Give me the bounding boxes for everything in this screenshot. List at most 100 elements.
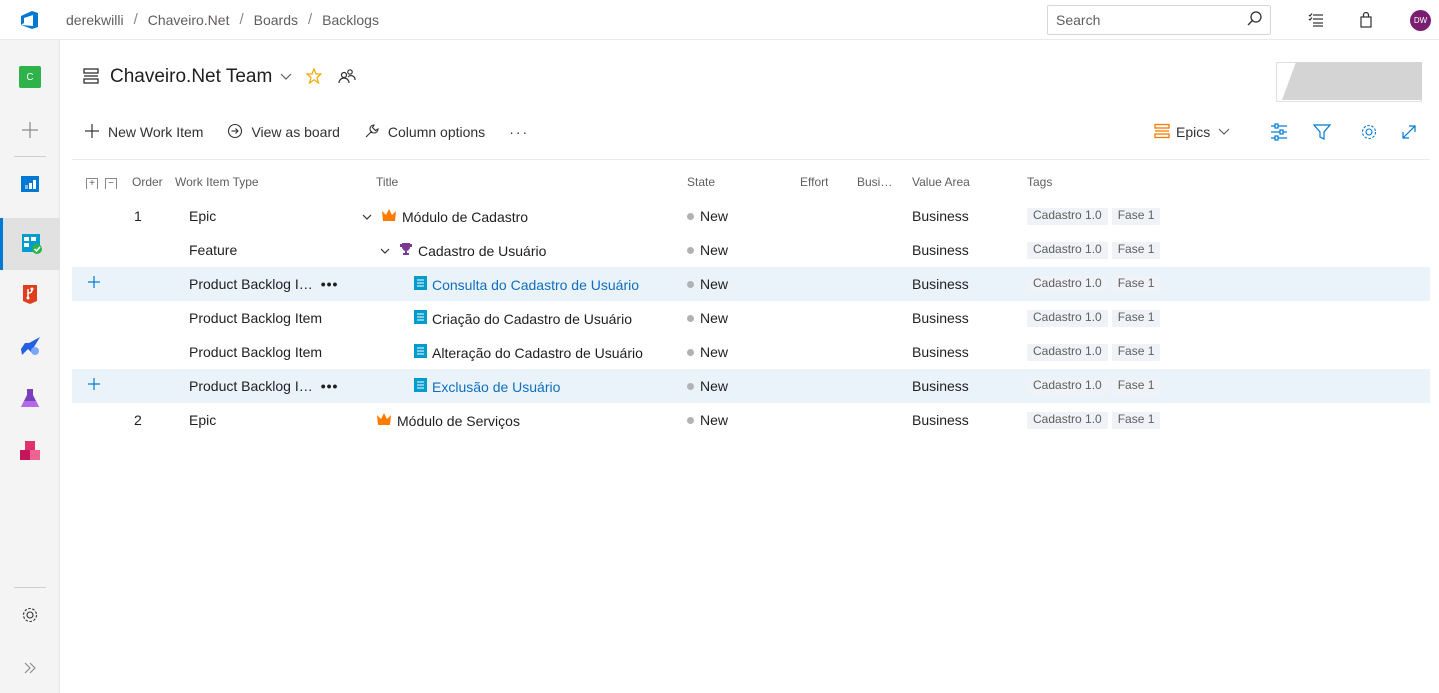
- tag[interactable]: Fase 1: [1111, 242, 1161, 259]
- cell-title[interactable]: Criação do Cadastro de Usuário: [414, 310, 632, 327]
- cell-state: New: [687, 208, 728, 224]
- gear-icon[interactable]: [0, 597, 60, 633]
- table-row[interactable]: Product Backlog I… ••• Consulta do Cadast…: [72, 267, 1430, 301]
- breadcrumb-project[interactable]: Chaveiro.Net: [142, 12, 236, 28]
- task-list-icon[interactable]: [1306, 10, 1326, 30]
- work-item-title[interactable]: Consulta do Cadastro de Usuário: [432, 277, 639, 293]
- search-icon[interactable]: [1246, 10, 1264, 31]
- column-header-business[interactable]: Busi…: [857, 175, 892, 189]
- test-plans-icon[interactable]: [0, 380, 60, 416]
- tag[interactable]: Cadastro 1.0: [1027, 310, 1108, 327]
- work-item-title[interactable]: Módulo de Serviços: [397, 413, 520, 429]
- cell-type: Product Backlog I… •••: [189, 378, 338, 394]
- tag[interactable]: Fase 1: [1111, 310, 1161, 327]
- tag[interactable]: Fase 1: [1111, 276, 1161, 293]
- tag[interactable]: Fase 1: [1111, 208, 1161, 225]
- column-header-value-area[interactable]: Value Area: [912, 175, 970, 189]
- cell-state: New: [687, 378, 728, 394]
- column-header-effort[interactable]: Effort: [800, 175, 828, 189]
- cell-title[interactable]: Módulo de Serviços: [376, 412, 520, 429]
- cell-tags: Cadastro 1.0 Fase 1: [1027, 242, 1164, 262]
- new-work-item-button[interactable]: New Work Item: [84, 123, 203, 142]
- view-options-icon[interactable]: [1269, 120, 1289, 144]
- row-more-button[interactable]: •••: [321, 378, 339, 394]
- tag[interactable]: Cadastro 1.0: [1027, 344, 1108, 361]
- breadcrumb-boards[interactable]: Boards: [248, 12, 304, 28]
- more-actions-button[interactable]: ···: [509, 124, 529, 140]
- add-child-icon[interactable]: [86, 376, 102, 395]
- page-title[interactable]: Chaveiro.Net Team: [110, 66, 272, 88]
- table-row[interactable]: 2 Epic Módulo de Serviços New Business C…: [72, 403, 1430, 437]
- search-input[interactable]: Search: [1047, 5, 1271, 35]
- column-header-type[interactable]: Work Item Type: [175, 175, 259, 189]
- table-row[interactable]: 1 Epic Módulo de Cadastro New Business C…: [72, 199, 1430, 233]
- cell-title[interactable]: Exclusão de Usuário: [414, 378, 560, 395]
- team-members-icon[interactable]: [338, 68, 356, 87]
- column-options-button[interactable]: Column options: [364, 123, 485, 142]
- table-row[interactable]: Product Backlog Item Alteração do Cadast…: [72, 335, 1430, 369]
- tag[interactable]: Fase 1: [1111, 344, 1161, 361]
- shopping-bag-icon[interactable]: [1356, 10, 1376, 30]
- backlog-item-icon: [414, 378, 432, 395]
- settings-gear-icon[interactable]: [1360, 120, 1378, 144]
- work-item-title[interactable]: Exclusão de Usuário: [432, 379, 560, 395]
- breadcrumb-backlogs[interactable]: Backlogs: [316, 12, 385, 28]
- backlog-level-icon: [1154, 123, 1170, 142]
- repos-icon[interactable]: [0, 276, 60, 312]
- table-row[interactable]: Feature Cadastro de Usuário New Business…: [72, 233, 1430, 267]
- more-actions-label: ···: [509, 124, 530, 140]
- expand-all-button[interactable]: +: [86, 174, 102, 189]
- expand-rail-icon[interactable]: [0, 650, 60, 686]
- table-row[interactable]: Product Backlog Item Criação do Cadastro…: [72, 301, 1430, 335]
- state-label: New: [700, 310, 729, 326]
- boards-icon[interactable]: [0, 218, 60, 270]
- cell-title[interactable]: Módulo de Cadastro: [362, 208, 528, 225]
- tag[interactable]: Cadastro 1.0: [1027, 378, 1108, 395]
- chevron-down-icon[interactable]: [380, 243, 395, 259]
- add-icon[interactable]: [0, 112, 60, 148]
- avatar[interactable]: DW: [1410, 10, 1431, 31]
- tag[interactable]: Fase 1: [1111, 378, 1161, 395]
- breadcrumb-org[interactable]: derekwilli: [60, 12, 130, 28]
- project-badge[interactable]: C: [0, 59, 60, 95]
- column-header-order[interactable]: Order: [132, 175, 163, 189]
- backlog-level-dropdown[interactable]: Epics: [1154, 120, 1230, 144]
- breadcrumb-separator: /: [239, 11, 244, 28]
- add-child-icon[interactable]: [86, 274, 102, 293]
- work-item-title[interactable]: Criação do Cadastro de Usuário: [432, 311, 632, 327]
- column-header-tags[interactable]: Tags: [1027, 175, 1052, 189]
- cell-type: Product Backlog I… •••: [189, 276, 338, 292]
- chevron-down-icon[interactable]: [280, 69, 292, 85]
- cell-state: New: [687, 344, 728, 360]
- fullscreen-icon[interactable]: [1400, 120, 1418, 144]
- column-header-state[interactable]: State: [687, 175, 715, 189]
- filter-icon[interactable]: [1313, 120, 1331, 144]
- pipelines-icon[interactable]: [0, 328, 60, 364]
- row-more-button[interactable]: •••: [321, 276, 339, 292]
- view-as-board-button[interactable]: View as board: [227, 123, 340, 142]
- work-item-title[interactable]: Alteração do Cadastro de Usuário: [432, 345, 643, 361]
- tag[interactable]: Cadastro 1.0: [1027, 276, 1108, 293]
- work-item-title[interactable]: Módulo de Cadastro: [402, 209, 528, 225]
- cell-title[interactable]: Cadastro de Usuário: [380, 242, 546, 259]
- chevron-down-icon[interactable]: [362, 209, 377, 225]
- cell-title[interactable]: Alteração do Cadastro de Usuário: [414, 344, 643, 361]
- tag[interactable]: Cadastro 1.0: [1027, 242, 1108, 259]
- plus-box-icon: +: [86, 177, 98, 189]
- cell-title[interactable]: Consulta do Cadastro de Usuário: [414, 276, 639, 293]
- work-item-title[interactable]: Cadastro de Usuário: [418, 243, 546, 259]
- cell-order: 2: [134, 412, 142, 428]
- tag[interactable]: Fase 1: [1111, 412, 1161, 429]
- chevron-down-icon: [1218, 124, 1230, 140]
- tag[interactable]: Cadastro 1.0: [1027, 208, 1108, 225]
- cell-state: New: [687, 242, 728, 258]
- artifacts-icon[interactable]: [0, 433, 60, 469]
- rail-divider: [14, 587, 46, 588]
- collapse-all-button[interactable]: −: [105, 174, 121, 189]
- tag[interactable]: Cadastro 1.0: [1027, 412, 1108, 429]
- overview-icon[interactable]: [0, 166, 60, 202]
- column-header-title[interactable]: Title: [376, 175, 398, 189]
- table-row[interactable]: Product Backlog I… ••• Exclusão de Usuári…: [72, 369, 1430, 403]
- favorite-star-icon[interactable]: [305, 66, 323, 87]
- azure-devops-logo-icon[interactable]: [0, 0, 60, 40]
